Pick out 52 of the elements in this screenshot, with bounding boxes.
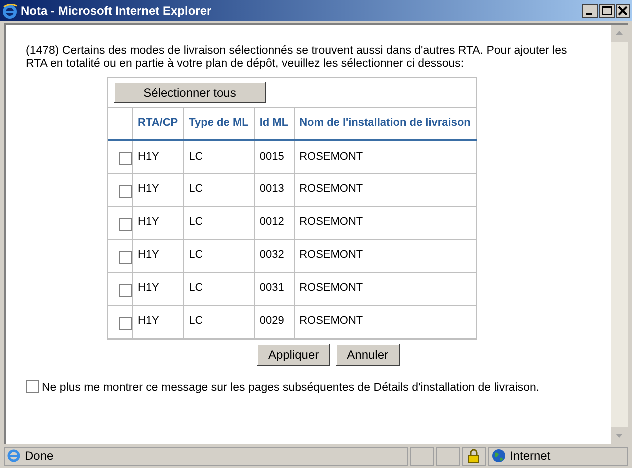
column-header: Id ML <box>254 108 294 140</box>
table-cell: H1Y <box>132 239 184 272</box>
table-cell: ROSEMONT <box>294 239 476 272</box>
globe-icon <box>492 449 506 463</box>
checkbox[interactable] <box>119 218 132 230</box>
table-cell: H1Y <box>132 206 184 239</box>
table-cell: ROSEMONT <box>294 173 476 206</box>
table-cell: LC <box>184 305 254 338</box>
message-text: (1478) Certains des modes de livraison sélectionnés se trouvent aussi dans d'autres RTA. Pour ajouter les RTA en totalité ou en partie à votre plan de dépôt, veuillez les sélectionner ci dessous: <box>26 45 568 71</box>
table-cell: ROSEMONT <box>294 140 476 173</box>
table-cell: LC <box>184 272 254 305</box>
table-cell: LC <box>184 140 254 173</box>
table-cell: 0031 <box>254 272 294 305</box>
table-cell: ROSEMONT <box>294 206 476 239</box>
column-header: Type de ML <box>184 108 254 140</box>
table-cell: ROSEMONT <box>294 272 476 305</box>
checkbox[interactable] <box>119 250 132 264</box>
status-pane <box>410 446 434 466</box>
status-text: Done <box>25 448 54 465</box>
status-pane <box>436 446 460 466</box>
checkbox[interactable] <box>119 152 132 165</box>
action-button[interactable]: Annuler <box>336 344 400 366</box>
column-header: RTA/CP <box>132 108 184 140</box>
table-cell: H1Y <box>132 272 184 305</box>
table-cell: 0032 <box>254 239 294 272</box>
option-label: Ne plus me montrer ce message sur les pages subséquentes de Détails d'installation de livraison. <box>42 382 540 394</box>
checkbox[interactable] <box>119 316 132 330</box>
column-header: Nom de l'installation de livraison <box>294 108 476 140</box>
table-cell: LC <box>184 173 254 206</box>
checkbox[interactable] <box>119 284 132 296</box>
table-cell: 0012 <box>254 206 294 239</box>
table-cell: H1Y <box>132 173 184 206</box>
action-button[interactable]: Appliquer <box>257 344 330 366</box>
zone-text: Internet <box>510 448 551 465</box>
window-title: Nota - Microsoft Internet Explorer <box>21 2 213 20</box>
table-cell: H1Y <box>132 305 184 338</box>
table-cell: H1Y <box>132 140 184 173</box>
table-cell: 0013 <box>254 173 294 206</box>
lock-icon <box>468 449 480 463</box>
select-all-button[interactable]: Sélectionner tous <box>114 82 266 103</box>
maximize-icon[interactable] <box>599 4 615 18</box>
table-cell: 0029 <box>254 305 294 338</box>
table-cell: LC <box>184 206 254 239</box>
checkbox[interactable] <box>26 380 39 392</box>
minimize-icon[interactable] <box>582 4 598 18</box>
table-cell: 0015 <box>254 140 294 173</box>
page-icon <box>7 449 21 463</box>
close-icon[interactable] <box>616 4 630 18</box>
browser-icon <box>2 2 18 18</box>
table-cell: LC <box>184 239 254 272</box>
checkbox[interactable] <box>119 184 132 198</box>
table-cell: ROSEMONT <box>294 305 476 338</box>
